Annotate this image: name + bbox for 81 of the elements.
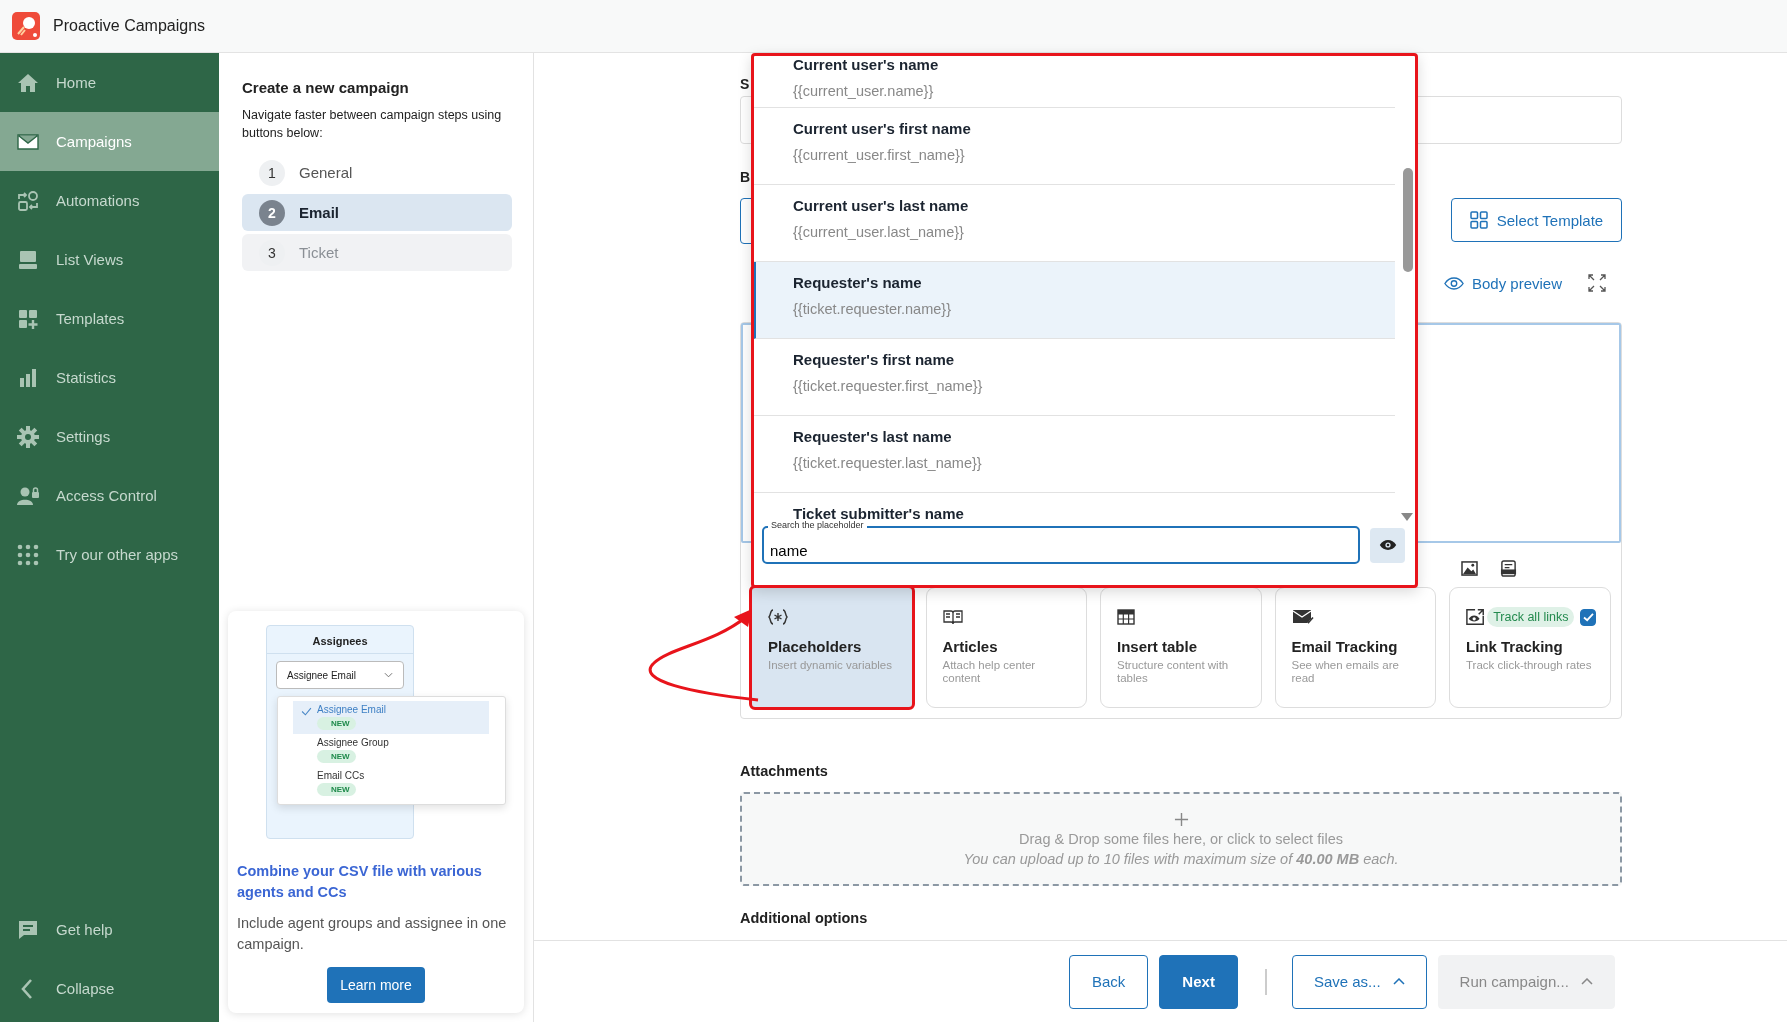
footer-button[interactable]: Save as... — [1291, 954, 1427, 1009]
tool-title: Placeholders — [768, 638, 863, 655]
shapes-icon — [16, 188, 40, 213]
promo-title: Combine your CSV file with various agents and CCs — [237, 862, 483, 902]
illustration-option: Assignee Group NEW — [293, 734, 489, 767]
tool-title: Email Tracking — [1291, 638, 1399, 655]
chevron-up-icon — [1392, 978, 1405, 985]
envelope-check-icon — [1291, 609, 1314, 625]
promo-text: Include agent groups and assignee in one campaign. — [237, 914, 508, 954]
sidebar-item[interactable]: Home — [0, 53, 219, 112]
sidebar-item[interactable]: Templates — [0, 289, 219, 348]
tool-description: Structure content with tables — [1117, 659, 1230, 685]
sidebar-item[interactable]: Get help — [0, 900, 219, 959]
html-icon[interactable] — [1500, 559, 1517, 577]
scroll-down-icon[interactable] — [1401, 513, 1413, 521]
body-preview-link[interactable]: Body preview — [1443, 274, 1562, 292]
footer-button[interactable]: Back — [1069, 954, 1149, 1009]
sidebar-item[interactable]: Access Control — [0, 466, 219, 525]
braces-icon — [768, 609, 788, 625]
chevron-down-icon — [384, 672, 393, 678]
eye-icon — [1378, 539, 1397, 551]
sidebar-item[interactable]: Statistics — [0, 348, 219, 407]
checkbox[interactable] — [1580, 608, 1596, 626]
dropzone-text: Drag & Drop some files here, or click to select files — [1019, 830, 1343, 847]
dropzone-hint: You can upload up to 10 files with maximum size of 40.00 MB each. — [963, 850, 1399, 867]
illustration-option: Assignee Email NEW — [293, 701, 489, 734]
field-label: B — [740, 168, 751, 187]
tool-description: Track click-through rates — [1466, 659, 1593, 672]
chevron-up-icon — [1580, 978, 1593, 985]
tool-description: Insert dynamic variables — [768, 659, 893, 672]
illustration-option: Email CCs NEW — [293, 767, 489, 800]
new-badge: NEW — [317, 750, 356, 763]
apps-grid-icon — [16, 542, 40, 567]
tool-card[interactable]: Track all links Link Tracking Track click-through rates — [1449, 587, 1611, 708]
file-dropzone[interactable]: Drag & Drop some files here, or click to select files You can upload up to 10 files with maximum size of 40.00 MB each. — [740, 792, 1622, 886]
book-icon — [942, 609, 963, 625]
eye-icon — [1443, 276, 1464, 290]
sidebar-item[interactable]: List Views — [0, 230, 219, 289]
tool-description: Attach help center content — [942, 659, 1037, 685]
learn-more-button[interactable]: Learn more — [327, 967, 425, 1003]
tool-title: Link Tracking — [1466, 638, 1564, 655]
placeholder-option[interactable]: Requester's first name {{ticket.requester.first_name}} — [754, 339, 1395, 416]
tool-card[interactable]: Email Tracking See when emails are read — [1274, 587, 1436, 708]
table-icon — [1117, 609, 1135, 625]
tool-description: See when emails are read — [1291, 659, 1400, 685]
select-template-button[interactable]: Select Template — [1451, 198, 1622, 242]
sidebar-item[interactable]: Automations — [0, 171, 219, 230]
panel-description: Navigate faster between campaign steps using buttons below: — [242, 107, 503, 142]
placeholder-option[interactable]: Current user's first name {{current_user.first_name}} — [754, 108, 1395, 185]
eye-frame-icon — [1466, 608, 1485, 626]
tool-card[interactable]: Articles Attach help center content — [925, 587, 1087, 708]
image-icon[interactable] — [1461, 560, 1478, 576]
section-label: Attachments — [740, 763, 829, 779]
sidebar-item[interactable]: Collapse — [0, 959, 219, 1018]
track-links-badge: Track all links — [1487, 607, 1575, 627]
expand-icon[interactable] — [1588, 274, 1606, 292]
new-badge: NEW — [317, 717, 356, 730]
settings-icon — [16, 424, 40, 449]
preview-button[interactable] — [1370, 527, 1405, 563]
field-label: S — [740, 75, 750, 94]
tool-title: Insert table — [1117, 638, 1199, 655]
sidebar-item[interactable]: Try our other apps — [0, 525, 219, 584]
placeholder-option[interactable]: Requester's name {{ticket.requester.name}} — [754, 262, 1395, 339]
placeholder-option[interactable]: Current user's name {{current_user.name}} — [754, 56, 1395, 108]
tool-card[interactable]: Insert table Structure content with tables — [1100, 587, 1262, 708]
field-label: Search the placeholder — [768, 520, 867, 531]
check-icon — [301, 707, 312, 716]
new-badge: NEW — [317, 783, 356, 796]
section-label: Additional options — [740, 910, 869, 926]
grid-icon — [1469, 211, 1488, 229]
placeholder-option[interactable]: Requester's last name {{ticket.requester.last_name}} — [754, 416, 1395, 493]
tool-title: Articles — [942, 638, 999, 655]
step-button[interactable]: 2 Email — [242, 194, 512, 231]
plus-icon — [1173, 811, 1189, 827]
app-title: Proactive Campaigns — [53, 17, 206, 35]
sidebar-item[interactable]: Settings — [0, 407, 219, 466]
panel-title: Create a new campaign — [242, 79, 410, 96]
tool-card[interactable]: Placeholders Insert dynamic variables — [751, 587, 913, 708]
footer-button[interactable]: Next — [1159, 954, 1238, 1009]
illustration-heading: Assignees — [267, 626, 413, 654]
app-logo-icon — [12, 12, 40, 40]
